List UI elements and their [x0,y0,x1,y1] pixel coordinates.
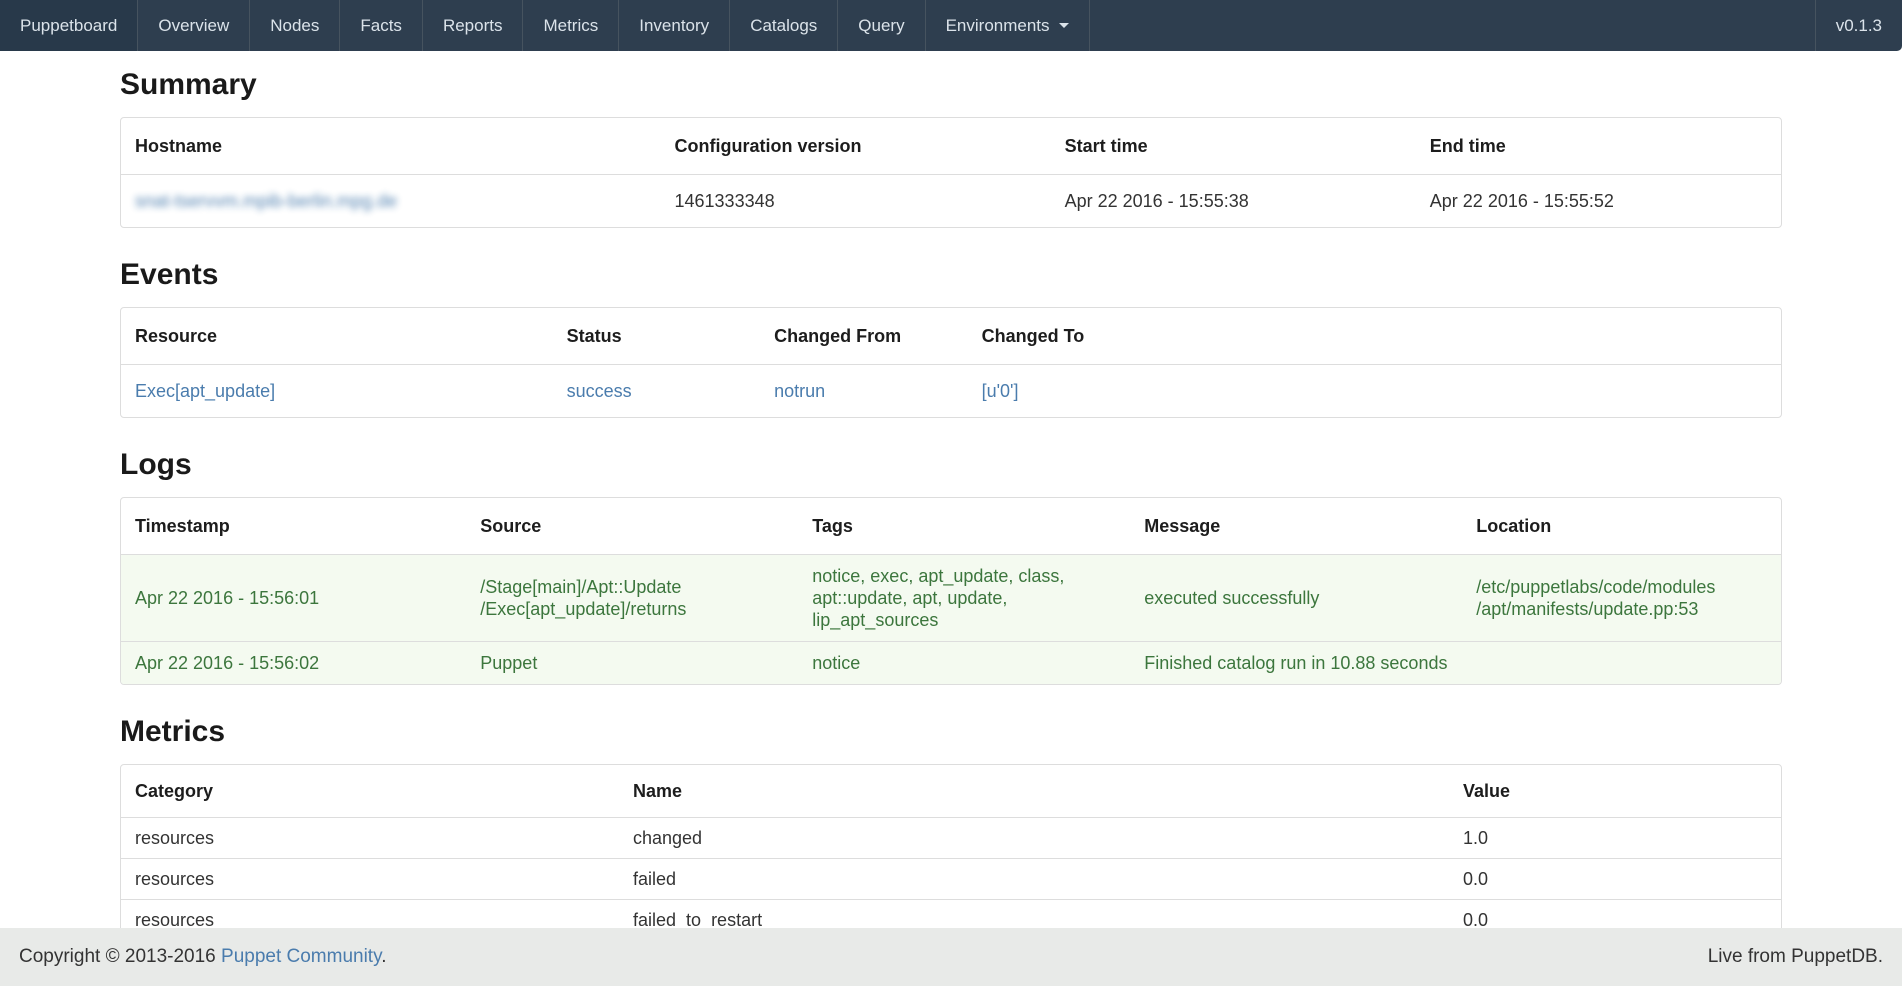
metrics-header-row: Category Name Value [121,765,1781,818]
metric-row: resources failed 0.0 [121,859,1781,900]
events-heading: Events [120,258,1782,291]
summary-col-config-version: Configuration version [661,118,1051,175]
puppet-community-link[interactable]: Puppet Community [221,946,381,967]
metrics-col-value: Value [1449,765,1781,818]
logs-header-row: Timestamp Source Tags Message Location [121,498,1781,555]
events-panel: Resource Status Changed From Changed To … [120,307,1782,418]
log-source: Puppet [466,642,798,685]
summary-header-row: Hostname Configuration version Start tim… [121,118,1781,175]
logs-table: Timestamp Source Tags Message Location A… [121,498,1781,684]
metric-name: failed [619,859,1449,900]
copyright-text: Copyright © 2013-2016 [19,946,221,967]
summary-col-start-time: Start time [1051,118,1416,175]
metrics-col-name: Name [619,765,1449,818]
metric-row: resources changed 1.0 [121,818,1781,859]
config-version-value: 1461333348 [661,175,1051,228]
footer-copyright: Copyright © 2013-2016 Puppet Community. [19,946,386,968]
nav-item-overview[interactable]: Overview [138,0,250,51]
main-content: Summary Hostname Configuration version S… [120,68,1782,958]
logs-col-location: Location [1462,498,1781,555]
logs-heading: Logs [120,448,1782,481]
metric-name: changed [619,818,1449,859]
summary-heading: Summary [120,68,1782,101]
summary-panel: Hostname Configuration version Start tim… [120,117,1782,228]
metric-category: resources [121,818,619,859]
hostname-link[interactable]: snat-tservvm.mpib-berlin.mpg.de [135,191,397,211]
summary-col-hostname: Hostname [121,118,661,175]
environments-dropdown-label: Environments [946,16,1050,36]
footer: Copyright © 2013-2016 Puppet Community. … [0,928,1902,986]
end-time-value: Apr 22 2016 - 15:55:52 [1416,175,1781,228]
log-tags: notice, exec, apt_update, class, apt::up… [798,555,1130,642]
metric-category: resources [121,859,619,900]
metrics-col-category: Category [121,765,619,818]
nav-item-metrics[interactable]: Metrics [523,0,619,51]
log-row: Apr 22 2016 - 15:56:01 /Stage[main]/Apt:… [121,555,1781,642]
nav-item-facts[interactable]: Facts [340,0,423,51]
event-changed-to-link[interactable]: [u'0'] [982,381,1019,401]
log-timestamp: Apr 22 2016 - 15:56:01 [121,555,466,642]
event-row: Exec[apt_update] success notrun [u'0'] [121,365,1781,418]
event-resource-link[interactable]: Exec[apt_update] [135,381,275,401]
summary-col-end-time: End time [1416,118,1781,175]
nav-item-nodes[interactable]: Nodes [250,0,340,51]
metric-value: 1.0 [1449,818,1781,859]
copyright-period: . [381,946,386,967]
events-col-changed-to: Changed To [968,308,1781,365]
start-time-value: Apr 22 2016 - 15:55:38 [1051,175,1416,228]
log-message: executed successfully [1130,555,1462,642]
logs-col-timestamp: Timestamp [121,498,466,555]
events-header-row: Resource Status Changed From Changed To [121,308,1781,365]
logs-col-source: Source [466,498,798,555]
events-col-changed-from: Changed From [760,308,968,365]
navbar: Puppetboard Overview Nodes Facts Reports… [0,0,1902,51]
metrics-heading: Metrics [120,715,1782,748]
environments-dropdown[interactable]: Environments [926,0,1090,51]
metric-value: 0.0 [1449,859,1781,900]
events-col-resource: Resource [121,308,553,365]
logs-panel: Timestamp Source Tags Message Location A… [120,497,1782,685]
log-message: Finished catalog run in 10.88 seconds [1130,642,1462,685]
navbar-spacer [1090,0,1815,51]
log-timestamp: Apr 22 2016 - 15:56:02 [121,642,466,685]
log-location: /etc/puppetlabs/code/modules /apt/manife… [1462,555,1781,642]
summary-row: snat-tservvm.mpib-berlin.mpg.de 14613333… [121,175,1781,228]
logs-col-message: Message [1130,498,1462,555]
footer-puppetdb-status: Live from PuppetDB. [1708,946,1883,968]
event-changed-from-link[interactable]: notrun [774,381,825,401]
log-location [1462,642,1781,685]
logs-col-tags: Tags [798,498,1130,555]
log-tags: notice [798,642,1130,685]
nav-item-catalogs[interactable]: Catalogs [730,0,838,51]
log-row: Apr 22 2016 - 15:56:02 Puppet notice Fin… [121,642,1781,685]
chevron-down-icon [1059,23,1069,28]
nav-item-inventory[interactable]: Inventory [619,0,730,51]
events-table: Resource Status Changed From Changed To … [121,308,1781,417]
event-status-link[interactable]: success [567,381,632,401]
log-source: /Stage[main]/Apt::Update /Exec[apt_updat… [466,555,798,642]
navbar-brand[interactable]: Puppetboard [0,0,138,51]
summary-table: Hostname Configuration version Start tim… [121,118,1781,227]
version-badge: v0.1.3 [1815,0,1902,51]
events-col-status: Status [553,308,761,365]
nav-item-reports[interactable]: Reports [423,0,524,51]
nav-item-query[interactable]: Query [838,0,925,51]
